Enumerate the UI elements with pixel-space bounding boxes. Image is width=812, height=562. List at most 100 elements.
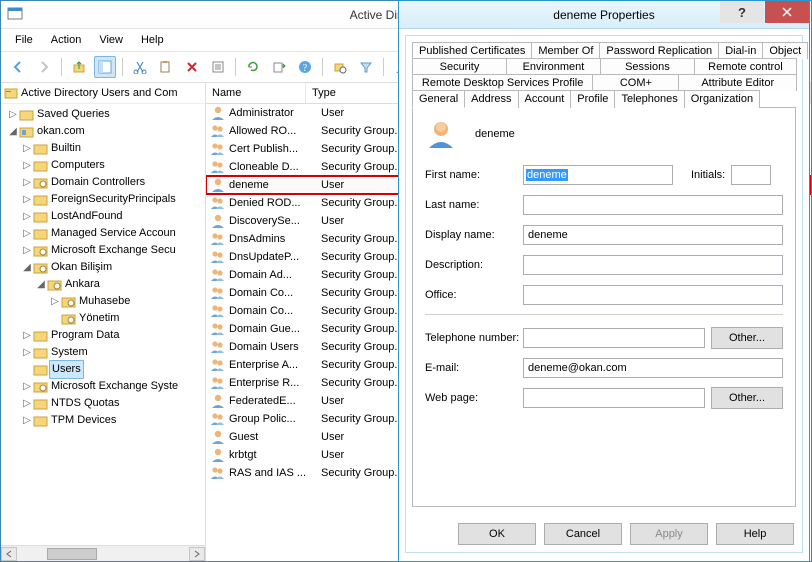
tree-node[interactable]: okan.com — [37, 123, 85, 140]
menu-help[interactable]: Help — [133, 32, 172, 48]
tree-node[interactable]: LostAndFound — [51, 208, 123, 225]
display-name-field[interactable] — [523, 225, 783, 245]
group-icon — [210, 285, 226, 301]
twisty-icon[interactable]: ▷ — [7, 106, 19, 123]
menu-view[interactable]: View — [91, 32, 131, 48]
folder-icon — [33, 328, 48, 343]
tab-object[interactable]: Object — [762, 42, 808, 59]
tree-node[interactable]: Microsoft Exchange Syste — [51, 378, 178, 395]
menu-action[interactable]: Action — [43, 32, 90, 48]
tree-node[interactable]: NTDS Quotas — [51, 395, 119, 412]
col-name[interactable]: Name — [206, 83, 306, 103]
ok-button[interactable]: OK — [458, 523, 536, 545]
tab-pubcerts[interactable]: Published Certificates — [412, 42, 532, 59]
label-email: E-mail: — [425, 362, 523, 374]
tab-memberof[interactable]: Member Of — [531, 42, 600, 59]
tab-account[interactable]: Account — [518, 90, 572, 108]
folder-icon — [33, 141, 48, 156]
help-button[interactable]: Help — [716, 523, 794, 545]
help-button[interactable]: ? — [294, 56, 316, 78]
user-icon — [210, 177, 226, 193]
tab-pwdrepl[interactable]: Password Replication — [599, 42, 719, 59]
tab-remotecontrol[interactable]: Remote control — [694, 58, 797, 75]
up-folder-button[interactable] — [68, 56, 90, 78]
tree-node[interactable]: Ankara — [65, 276, 100, 293]
web-other-button[interactable]: Other... — [711, 387, 783, 409]
phone-other-button[interactable]: Other... — [711, 327, 783, 349]
tree-node[interactable]: Domain Controllers — [51, 174, 145, 191]
tree-node[interactable]: Computers — [51, 157, 105, 174]
ou-icon — [61, 294, 76, 309]
menu-file[interactable]: File — [7, 32, 41, 48]
tab-dialin[interactable]: Dial-in — [718, 42, 763, 59]
back-button[interactable] — [7, 56, 29, 78]
twisty-open-icon[interactable]: ◢ — [21, 259, 33, 276]
tree-node[interactable]: Muhasebe — [79, 293, 130, 310]
initials-field[interactable] — [731, 165, 771, 185]
tab-telephones[interactable]: Telephones — [614, 90, 684, 108]
label-lastname: Last name: — [425, 199, 523, 211]
email-field[interactable] — [523, 358, 783, 378]
tree-node[interactable]: Microsoft Exchange Secu — [51, 242, 176, 259]
tab-address[interactable]: Address — [464, 90, 518, 108]
tree-node[interactable]: TPM Devices — [51, 412, 116, 429]
twisty-open-icon[interactable]: ◢ — [7, 123, 19, 140]
tab-environment[interactable]: Environment — [506, 58, 601, 75]
tab-security[interactable]: Security — [412, 58, 507, 75]
filter-button[interactable] — [355, 56, 377, 78]
telephone-field[interactable] — [523, 328, 705, 348]
tab-rdsprofile[interactable]: Remote Desktop Services Profile — [412, 74, 593, 91]
twisty-open-icon[interactable]: ◢ — [35, 276, 47, 293]
svg-text:?: ? — [738, 5, 746, 19]
find-button[interactable] — [329, 56, 351, 78]
horizontal-scrollbar[interactable] — [1, 545, 205, 561]
properties-button[interactable] — [207, 56, 229, 78]
delete-button[interactable] — [181, 56, 203, 78]
dialog-close-button[interactable] — [765, 1, 809, 23]
group-icon — [210, 267, 226, 283]
dialog-titlebar[interactable]: deneme Properties ? — [399, 1, 809, 29]
cancel-button[interactable]: Cancel — [544, 523, 622, 545]
label-phone: Telephone number: — [425, 332, 523, 344]
tree-header[interactable]: Active Directory Users and Com — [1, 83, 205, 104]
group-icon — [210, 303, 226, 319]
forward-button[interactable] — [33, 56, 55, 78]
dialog-help-button[interactable]: ? — [720, 1, 764, 23]
tree-node[interactable]: Saved Queries — [37, 106, 110, 123]
folder-icon — [33, 345, 48, 360]
tab-general[interactable]: General — [412, 90, 465, 108]
group-icon — [210, 411, 226, 427]
cut-button[interactable] — [129, 56, 151, 78]
scroll-right-icon[interactable] — [189, 547, 205, 561]
folder-icon — [33, 413, 48, 428]
last-name-field[interactable] — [523, 195, 783, 215]
tree-node[interactable]: System — [51, 344, 88, 361]
tree-node[interactable]: Managed Service Accoun — [51, 225, 176, 242]
tree-node-users[interactable]: Users — [49, 360, 84, 379]
tree[interactable]: ▷Saved Queries ◢okan.com ▷Builtin ▷Compu… — [1, 104, 205, 429]
tab-complus[interactable]: COM+ — [592, 74, 679, 91]
group-icon — [210, 357, 226, 373]
tab-sessions[interactable]: Sessions — [600, 58, 695, 75]
tab-organization[interactable]: Organization — [684, 90, 760, 108]
tree-node[interactable]: ForeignSecurityPrincipals — [51, 191, 176, 208]
export-button[interactable] — [268, 56, 290, 78]
apply-button[interactable]: Apply — [630, 523, 708, 545]
group-icon — [210, 321, 226, 337]
tab-attreditor[interactable]: Attribute Editor — [678, 74, 797, 91]
scroll-left-icon[interactable] — [1, 547, 17, 561]
copy-button[interactable] — [155, 56, 177, 78]
show-hide-tree-button[interactable] — [94, 56, 116, 78]
tree-node[interactable]: Okan Bilişim — [51, 259, 112, 276]
web-field[interactable] — [523, 388, 705, 408]
office-field[interactable] — [523, 285, 783, 305]
description-field[interactable] — [523, 255, 783, 275]
tree-node[interactable]: Program Data — [51, 327, 119, 344]
row-name: Enterprise R... — [229, 377, 321, 389]
tree-node[interactable]: Yönetim — [79, 310, 119, 327]
tab-profile[interactable]: Profile — [570, 90, 615, 108]
scroll-thumb[interactable] — [47, 548, 97, 560]
first-name-field[interactable]: deneme — [523, 165, 673, 185]
refresh-button[interactable] — [242, 56, 264, 78]
tree-node[interactable]: Builtin — [51, 140, 81, 157]
